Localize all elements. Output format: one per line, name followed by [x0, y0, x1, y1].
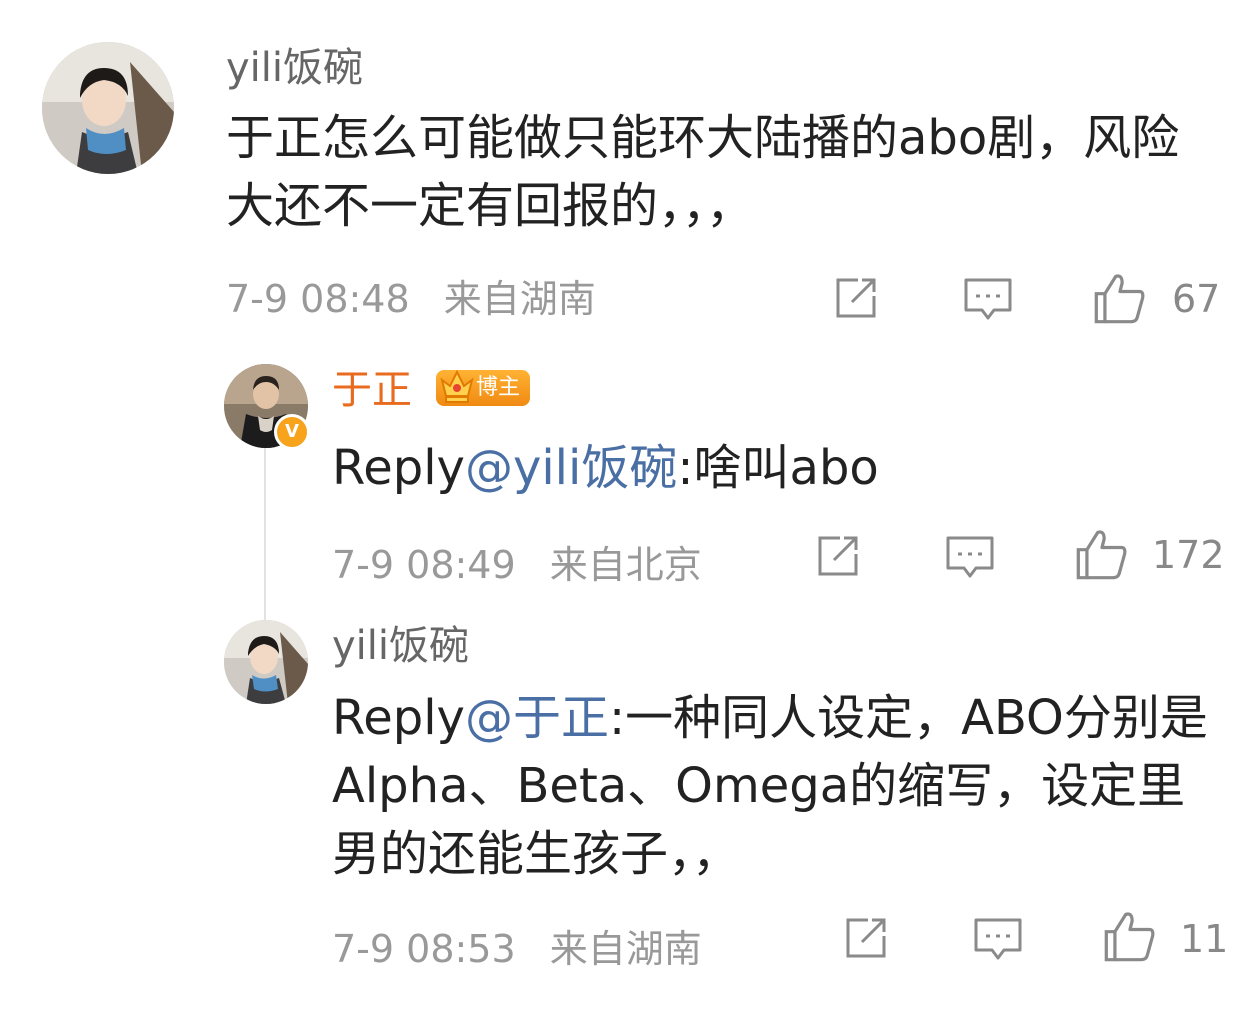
- reply-username[interactable]: yili饭碗: [332, 622, 469, 670]
- comment-text: 于正怎么可能做只能环大陆播的abo剧，风险大还不一定有回报的，，，: [226, 110, 1180, 234]
- avatar-yili[interactable]: [42, 42, 174, 174]
- reply-meta: 7-9 08:53 来自湖南: [332, 926, 702, 972]
- comment-icon[interactable]: [944, 530, 996, 582]
- reply-prefix: Reply: [332, 690, 465, 746]
- avatar-yili[interactable]: [224, 620, 308, 704]
- like-count: 67: [1172, 277, 1221, 321]
- comment-location: 来自湖南: [443, 277, 596, 321]
- mention-link[interactable]: @于正: [465, 690, 609, 746]
- reply-location: 来自湖南: [549, 927, 702, 971]
- avatar-image: [224, 620, 308, 704]
- reply-prefix: Reply: [332, 440, 465, 496]
- avatar-image: [42, 42, 174, 174]
- blogger-badge: 博主: [436, 369, 531, 406]
- thumbs-up-icon[interactable]: [1092, 270, 1148, 326]
- like-count: 172: [1152, 533, 1225, 577]
- reply-location: 来自北京: [549, 543, 702, 587]
- comment-meta: 7-9 08:48 来自湖南: [226, 276, 596, 322]
- mention-link[interactable]: @yili饭碗: [465, 440, 677, 496]
- like-count: 11: [1180, 917, 1229, 961]
- reply-time: 7-9 08:53: [332, 927, 516, 971]
- thumbs-up-icon[interactable]: [1102, 908, 1158, 964]
- reply-text: Reply@yili饭碗:啥叫abo: [332, 434, 1212, 502]
- reply-body: :啥叫abo: [677, 440, 879, 496]
- badge-label: 博主: [476, 375, 521, 400]
- share-icon[interactable]: [812, 530, 864, 582]
- share-icon[interactable]: [840, 912, 892, 964]
- thread-line: [264, 448, 266, 620]
- comment-username[interactable]: yili饭碗: [226, 44, 363, 92]
- reply-time: 7-9 08:49: [332, 543, 516, 587]
- thumbs-up-icon[interactable]: [1074, 526, 1130, 582]
- comment-icon[interactable]: [962, 272, 1014, 324]
- share-icon[interactable]: [830, 272, 882, 324]
- crown-icon: [440, 369, 474, 403]
- reply-meta: 7-9 08:49 来自北京: [332, 542, 702, 588]
- comment-icon[interactable]: [972, 912, 1024, 964]
- reply-text: Reply@于正:一种同人设定，ABO分别是Alpha、Beta、Omega的缩…: [332, 684, 1222, 888]
- reply-username[interactable]: 于正: [332, 366, 412, 414]
- comment-time: 7-9 08:48: [226, 277, 410, 321]
- verified-icon: V: [274, 414, 310, 450]
